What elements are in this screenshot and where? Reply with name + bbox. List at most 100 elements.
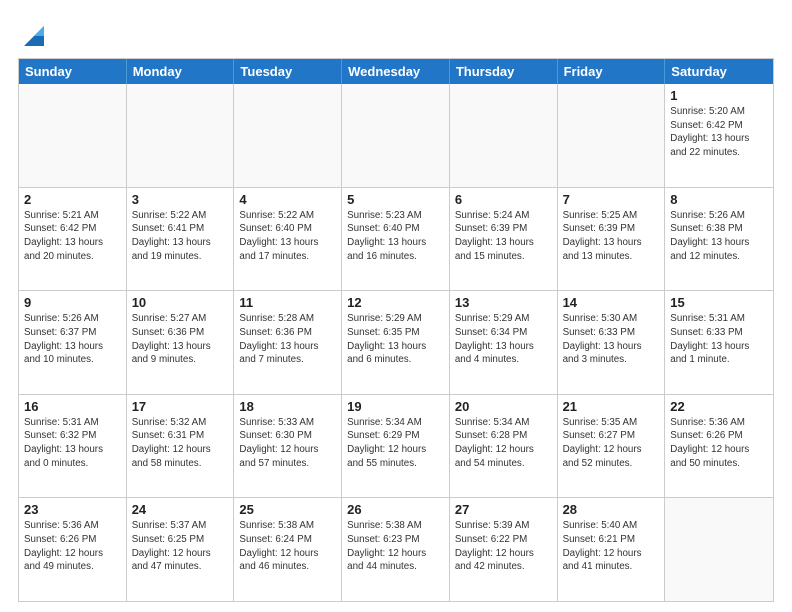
day-number: 28 xyxy=(563,502,660,517)
day-info: Sunrise: 5:38 AM Sunset: 6:23 PM Dayligh… xyxy=(347,519,444,574)
cal-cell-1-6 xyxy=(558,84,666,187)
cal-cell-4-4: 19 Sunrise: 5:34 AM Sunset: 6:29 PM Dayli… xyxy=(342,395,450,498)
day-info: Sunrise: 5:20 AM Sunset: 6:42 PM Dayligh… xyxy=(670,105,768,160)
cal-cell-1-1 xyxy=(19,84,127,187)
cal-cell-4-7: 22 Sunrise: 5:36 AM Sunset: 6:26 PM Dayli… xyxy=(665,395,773,498)
day-number: 21 xyxy=(563,399,660,414)
day-info: Sunrise: 5:29 AM Sunset: 6:35 PM Dayligh… xyxy=(347,312,444,367)
cal-cell-5-7 xyxy=(665,498,773,601)
day-number: 8 xyxy=(670,192,768,207)
cal-cell-3-7: 15Sunrise: 5:31 AM Sunset: 6:33 PM Dayli… xyxy=(665,291,773,394)
day-number: 25 xyxy=(239,502,336,517)
cal-cell-2-2: 3 Sunrise: 5:22 AM Sunset: 6:41 PM Daylig… xyxy=(127,188,235,291)
weekday-header-thursday: Thursday xyxy=(450,59,558,84)
day-number: 19 xyxy=(347,399,444,414)
day-number: 6 xyxy=(455,192,552,207)
cal-cell-3-2: 10 Sunrise: 5:27 AM Sunset: 6:36 PM Dayli… xyxy=(127,291,235,394)
day-number: 4 xyxy=(239,192,336,207)
day-number: 13 xyxy=(455,295,552,310)
day-info: Sunrise: 5:34 AM Sunset: 6:28 PM Dayligh… xyxy=(455,416,552,471)
cal-cell-1-2 xyxy=(127,84,235,187)
cal-cell-3-1: 9 Sunrise: 5:26 AM Sunset: 6:37 PM Daylig… xyxy=(19,291,127,394)
day-info: Sunrise: 5:21 AM Sunset: 6:42 PM Dayligh… xyxy=(24,209,121,264)
cal-cell-4-3: 18 Sunrise: 5:33 AM Sunset: 6:30 PM Dayli… xyxy=(234,395,342,498)
day-number: 23 xyxy=(24,502,121,517)
logo xyxy=(18,22,48,50)
cal-cell-3-4: 12 Sunrise: 5:29 AM Sunset: 6:35 PM Dayli… xyxy=(342,291,450,394)
week-row-4: 16 Sunrise: 5:31 AM Sunset: 6:32 PM Dayli… xyxy=(19,395,773,499)
day-number: 1 xyxy=(670,88,768,103)
cal-cell-4-5: 20 Sunrise: 5:34 AM Sunset: 6:28 PM Dayli… xyxy=(450,395,558,498)
day-info: Sunrise: 5:32 AM Sunset: 6:31 PM Dayligh… xyxy=(132,416,229,471)
cal-cell-5-4: 26 Sunrise: 5:38 AM Sunset: 6:23 PM Dayli… xyxy=(342,498,450,601)
week-row-3: 9 Sunrise: 5:26 AM Sunset: 6:37 PM Daylig… xyxy=(19,291,773,395)
day-number: 26 xyxy=(347,502,444,517)
day-number: 2 xyxy=(24,192,121,207)
cal-cell-5-1: 23 Sunrise: 5:36 AM Sunset: 6:26 PM Dayli… xyxy=(19,498,127,601)
header xyxy=(18,18,774,50)
cal-cell-1-7: 1 Sunrise: 5:20 AM Sunset: 6:42 PM Daylig… xyxy=(665,84,773,187)
cal-cell-5-6: 28 Sunrise: 5:40 AM Sunset: 6:21 PM Dayli… xyxy=(558,498,666,601)
day-number: 10 xyxy=(132,295,229,310)
cal-cell-5-2: 24Sunrise: 5:37 AM Sunset: 6:25 PM Dayli… xyxy=(127,498,235,601)
cal-cell-3-6: 14 Sunrise: 5:30 AM Sunset: 6:33 PM Dayli… xyxy=(558,291,666,394)
day-info: Sunrise: 5:36 AM Sunset: 6:26 PM Dayligh… xyxy=(670,416,768,471)
day-number: 14 xyxy=(563,295,660,310)
day-number: 24 xyxy=(132,502,229,517)
day-info: Sunrise: 5:25 AM Sunset: 6:39 PM Dayligh… xyxy=(563,209,660,264)
week-row-5: 23 Sunrise: 5:36 AM Sunset: 6:26 PM Dayli… xyxy=(19,498,773,601)
cal-cell-2-5: 6 Sunrise: 5:24 AM Sunset: 6:39 PM Daylig… xyxy=(450,188,558,291)
day-info: Sunrise: 5:22 AM Sunset: 6:40 PM Dayligh… xyxy=(239,209,336,264)
day-info: Sunrise: 5:24 AM Sunset: 6:39 PM Dayligh… xyxy=(455,209,552,264)
day-number: 7 xyxy=(563,192,660,207)
cal-cell-3-5: 13 Sunrise: 5:29 AM Sunset: 6:34 PM Dayli… xyxy=(450,291,558,394)
cal-cell-2-3: 4 Sunrise: 5:22 AM Sunset: 6:40 PM Daylig… xyxy=(234,188,342,291)
weekday-header-monday: Monday xyxy=(127,59,235,84)
cal-cell-5-5: 27Sunrise: 5:39 AM Sunset: 6:22 PM Dayli… xyxy=(450,498,558,601)
day-number: 27 xyxy=(455,502,552,517)
day-info: Sunrise: 5:23 AM Sunset: 6:40 PM Dayligh… xyxy=(347,209,444,264)
day-number: 12 xyxy=(347,295,444,310)
day-info: Sunrise: 5:31 AM Sunset: 6:32 PM Dayligh… xyxy=(24,416,121,471)
day-info: Sunrise: 5:28 AM Sunset: 6:36 PM Dayligh… xyxy=(239,312,336,367)
day-info: Sunrise: 5:34 AM Sunset: 6:29 PM Dayligh… xyxy=(347,416,444,471)
day-number: 11 xyxy=(239,295,336,310)
calendar-header: SundayMondayTuesdayWednesdayThursdayFrid… xyxy=(19,59,773,84)
cal-cell-5-3: 25 Sunrise: 5:38 AM Sunset: 6:24 PM Dayli… xyxy=(234,498,342,601)
weekday-header-friday: Friday xyxy=(558,59,666,84)
cal-cell-1-5 xyxy=(450,84,558,187)
cal-cell-2-1: 2 Sunrise: 5:21 AM Sunset: 6:42 PM Daylig… xyxy=(19,188,127,291)
cal-cell-4-1: 16 Sunrise: 5:31 AM Sunset: 6:32 PM Dayli… xyxy=(19,395,127,498)
day-number: 3 xyxy=(132,192,229,207)
day-info: Sunrise: 5:35 AM Sunset: 6:27 PM Dayligh… xyxy=(563,416,660,471)
cal-cell-2-6: 7 Sunrise: 5:25 AM Sunset: 6:39 PM Daylig… xyxy=(558,188,666,291)
day-number: 22 xyxy=(670,399,768,414)
day-info: Sunrise: 5:27 AM Sunset: 6:36 PM Dayligh… xyxy=(132,312,229,367)
day-info: Sunrise: 5:30 AM Sunset: 6:33 PM Dayligh… xyxy=(563,312,660,367)
calendar-body: 1 Sunrise: 5:20 AM Sunset: 6:42 PM Daylig… xyxy=(19,84,773,601)
day-info: Sunrise: 5:31 AM Sunset: 6:33 PM Dayligh… xyxy=(670,312,768,367)
cal-cell-1-4 xyxy=(342,84,450,187)
day-info: Sunrise: 5:40 AM Sunset: 6:21 PM Dayligh… xyxy=(563,519,660,574)
weekday-header-tuesday: Tuesday xyxy=(234,59,342,84)
day-info: Sunrise: 5:29 AM Sunset: 6:34 PM Dayligh… xyxy=(455,312,552,367)
day-info: Sunrise: 5:38 AM Sunset: 6:24 PM Dayligh… xyxy=(239,519,336,574)
day-number: 16 xyxy=(24,399,121,414)
day-number: 5 xyxy=(347,192,444,207)
week-row-2: 2 Sunrise: 5:21 AM Sunset: 6:42 PM Daylig… xyxy=(19,188,773,292)
day-number: 17 xyxy=(132,399,229,414)
day-number: 18 xyxy=(239,399,336,414)
week-row-1: 1 Sunrise: 5:20 AM Sunset: 6:42 PM Daylig… xyxy=(19,84,773,188)
calendar: SundayMondayTuesdayWednesdayThursdayFrid… xyxy=(18,58,774,602)
day-number: 9 xyxy=(24,295,121,310)
day-info: Sunrise: 5:26 AM Sunset: 6:37 PM Dayligh… xyxy=(24,312,121,367)
day-number: 20 xyxy=(455,399,552,414)
weekday-header-saturday: Saturday xyxy=(665,59,773,84)
cal-cell-3-3: 11 Sunrise: 5:28 AM Sunset: 6:36 PM Dayli… xyxy=(234,291,342,394)
page: SundayMondayTuesdayWednesdayThursdayFrid… xyxy=(0,0,792,612)
day-info: Sunrise: 5:33 AM Sunset: 6:30 PM Dayligh… xyxy=(239,416,336,471)
cal-cell-2-7: 8Sunrise: 5:26 AM Sunset: 6:38 PM Daylig… xyxy=(665,188,773,291)
day-info: Sunrise: 5:36 AM Sunset: 6:26 PM Dayligh… xyxy=(24,519,121,574)
cal-cell-4-6: 21 Sunrise: 5:35 AM Sunset: 6:27 PM Dayli… xyxy=(558,395,666,498)
day-info: Sunrise: 5:22 AM Sunset: 6:41 PM Dayligh… xyxy=(132,209,229,264)
